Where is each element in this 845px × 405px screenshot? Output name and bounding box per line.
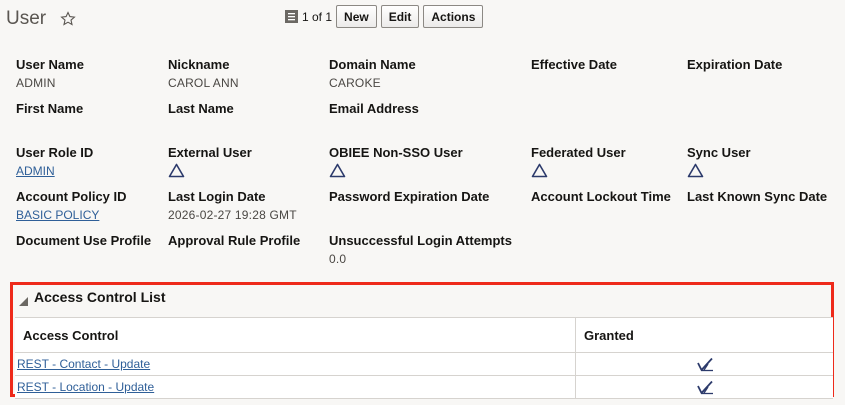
field-nickname: Nickname CAROL ANN bbox=[168, 57, 239, 90]
field-email-address: Email Address bbox=[329, 101, 419, 116]
field-password-expiration-date: Password Expiration Date bbox=[329, 189, 489, 204]
access-control-cell: REST - Location - Update bbox=[15, 375, 576, 399]
field-document-use-profile: Document Use Profile bbox=[16, 233, 151, 248]
field-effective-date: Effective Date bbox=[531, 57, 617, 72]
field-label: Account Lockout Time bbox=[531, 189, 671, 204]
favorite-star-icon[interactable] bbox=[60, 11, 76, 27]
field-value: 0.0 bbox=[329, 252, 347, 266]
field-first-name: First Name bbox=[16, 101, 83, 116]
field-label: OBIEE Non-SSO User bbox=[329, 145, 463, 160]
record-list-icon[interactable] bbox=[285, 10, 298, 23]
triangle-icon bbox=[687, 163, 704, 178]
field-last-name: Last Name bbox=[168, 101, 234, 116]
field-value: CAROL ANN bbox=[168, 76, 239, 90]
field-label: Expiration Date bbox=[687, 57, 783, 72]
record-toolbar: 1 of 1 New Edit Actions bbox=[285, 5, 487, 28]
field-account-policy-id: Account Policy ID BASIC POLICY bbox=[16, 189, 127, 224]
field-label: Approval Rule Profile bbox=[168, 233, 301, 248]
title-row: User bbox=[6, 6, 76, 32]
access-control-link[interactable]: REST - Location - Update bbox=[17, 380, 154, 394]
field-value: 2026-02-27 19:28 GMT bbox=[168, 208, 297, 222]
new-button[interactable]: New bbox=[336, 5, 377, 28]
field-label: Domain Name bbox=[329, 57, 416, 72]
field-label: Effective Date bbox=[531, 57, 617, 72]
field-expiration-date: Expiration Date bbox=[687, 57, 782, 72]
user-role-id-link[interactable]: ADMIN bbox=[16, 164, 55, 178]
field-label: Sync User bbox=[687, 145, 751, 160]
granted-cell bbox=[575, 375, 833, 399]
edit-button[interactable]: Edit bbox=[380, 5, 420, 28]
triangle-icon bbox=[168, 163, 185, 178]
acl-title: Access Control List bbox=[34, 289, 166, 305]
actions-button[interactable]: Actions bbox=[423, 5, 484, 28]
table-row: REST - Location - Update bbox=[15, 375, 833, 399]
checkmark-icon bbox=[696, 380, 713, 394]
account-policy-link[interactable]: BASIC POLICY bbox=[16, 208, 99, 222]
page-title: User bbox=[6, 8, 47, 29]
field-label: Unsuccessful Login Attempts bbox=[329, 233, 512, 248]
field-approval-rule-profile: Approval Rule Profile bbox=[168, 233, 300, 248]
field-value: CAROKE bbox=[329, 76, 381, 90]
access-control-link[interactable]: REST - Contact - Update bbox=[17, 357, 150, 371]
field-external-user: External User bbox=[168, 145, 252, 178]
field-account-lockout-time: Account Lockout Time bbox=[531, 189, 671, 204]
field-federated-user: Federated User bbox=[531, 145, 626, 178]
field-user-name: User Name ADMIN bbox=[16, 57, 84, 90]
table-row: REST - Contact - Update bbox=[15, 352, 833, 376]
field-label: User Name bbox=[16, 57, 84, 72]
field-label: User Role ID bbox=[16, 145, 94, 160]
record-count: 1 of 1 bbox=[302, 9, 333, 24]
field-label: Password Expiration Date bbox=[329, 189, 490, 204]
field-label: Email Address bbox=[329, 101, 419, 116]
field-domain-name: Domain Name CAROKE bbox=[329, 57, 416, 90]
field-label: Document Use Profile bbox=[16, 233, 152, 248]
acl-header[interactable]: Access Control List bbox=[19, 289, 166, 306]
field-unsuccessful-login-attempts: Unsuccessful Login Attempts 0.0 bbox=[329, 233, 512, 266]
field-label: Account Policy ID bbox=[16, 189, 127, 204]
field-user-role-id: User Role ID ADMIN bbox=[16, 145, 93, 180]
field-label: Nickname bbox=[168, 57, 230, 72]
triangle-icon bbox=[531, 163, 548, 178]
column-header-access-control[interactable]: Access Control bbox=[15, 317, 576, 353]
checkmark-icon bbox=[696, 357, 713, 371]
field-label: Last Known Sync Date bbox=[687, 189, 828, 204]
access-control-cell: REST - Contact - Update bbox=[15, 352, 576, 376]
access-control-list-section: Access Control List Access Control Grant… bbox=[10, 282, 834, 399]
field-label: Federated User bbox=[531, 145, 626, 160]
field-label: External User bbox=[168, 145, 252, 160]
acl-table: Access Control Granted REST - Contact - … bbox=[15, 317, 833, 399]
field-label: Last Login Date bbox=[168, 189, 266, 204]
field-value: ADMIN bbox=[16, 76, 56, 90]
field-last-login-date: Last Login Date 2026-02-27 19:28 GMT bbox=[168, 189, 297, 222]
field-label: Last Name bbox=[168, 101, 234, 116]
field-label: First Name bbox=[16, 101, 84, 116]
triangle-icon bbox=[329, 163, 346, 178]
collapse-triangle-icon[interactable] bbox=[19, 293, 28, 306]
field-last-known-sync-date: Last Known Sync Date bbox=[687, 189, 827, 204]
granted-cell bbox=[575, 352, 833, 376]
field-obiee-non-sso-user: OBIEE Non-SSO User bbox=[329, 145, 463, 178]
field-sync-user: Sync User bbox=[687, 145, 751, 178]
column-header-granted[interactable]: Granted bbox=[575, 317, 833, 353]
